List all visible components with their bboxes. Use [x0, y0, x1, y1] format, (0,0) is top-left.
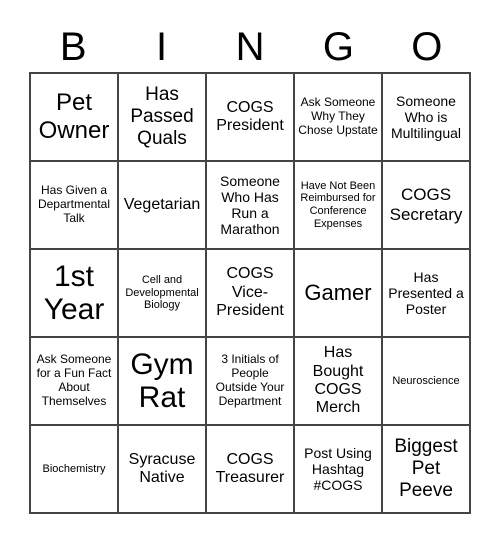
bingo-cell[interactable]: Have Not Been Reimbursed for Conference … — [294, 161, 382, 249]
bingo-cell[interactable]: COGS Treasurer — [206, 425, 294, 513]
header-letter-g: G — [322, 25, 354, 69]
bingo-cell[interactable]: Biggest Pet Peeve — [382, 425, 470, 513]
header-letter-o: O — [411, 25, 443, 69]
bingo-cell[interactable]: Pet Owner — [30, 73, 118, 161]
bingo-cell[interactable]: Vegetarian — [118, 161, 206, 249]
bingo-cell[interactable]: Post Using Hashtag #COGS — [294, 425, 382, 513]
bingo-cell[interactable]: Someone Who is Multilingual — [382, 73, 470, 161]
bingo-cell[interactable]: Ask Someone for a Fun Fact About Themsel… — [30, 337, 118, 425]
bingo-cell[interactable]: Neuroscience — [382, 337, 470, 425]
bingo-cell[interactable]: Gamer — [294, 249, 382, 337]
bingo-header: B I N G O — [29, 22, 471, 72]
bingo-cell[interactable]: 3 Initials of People Outside Your Depart… — [206, 337, 294, 425]
bingo-cell[interactable]: Has Presented a Poster — [382, 249, 470, 337]
bingo-cell[interactable]: Biochemistry — [30, 425, 118, 513]
header-letter-n: N — [235, 25, 265, 69]
bingo-cell[interactable]: Someone Who Has Run a Marathon — [206, 161, 294, 249]
bingo-cell[interactable]: Cell and Developmental Biology — [118, 249, 206, 337]
bingo-cell[interactable]: COGS Vice-President — [206, 249, 294, 337]
bingo-cell[interactable]: Ask Someone Why They Chose Upstate — [294, 73, 382, 161]
bingo-cell[interactable]: COGS President — [206, 73, 294, 161]
bingo-cell[interactable]: Gym Rat — [118, 337, 206, 425]
header-letter-b: B — [59, 25, 87, 69]
bingo-cell[interactable]: Has Passed Quals — [118, 73, 206, 161]
bingo-grid: Pet Owner Has Passed Quals COGS Presiden… — [29, 72, 471, 514]
bingo-cell[interactable]: 1st Year — [30, 249, 118, 337]
bingo-cell[interactable]: COGS Secretary — [382, 161, 470, 249]
header-letter-i: I — [156, 25, 168, 69]
bingo-cell[interactable]: Has Given a Departmental Talk — [30, 161, 118, 249]
bingo-cell[interactable]: Syracuse Native — [118, 425, 206, 513]
bingo-cell[interactable]: Has Bought COGS Merch — [294, 337, 382, 425]
